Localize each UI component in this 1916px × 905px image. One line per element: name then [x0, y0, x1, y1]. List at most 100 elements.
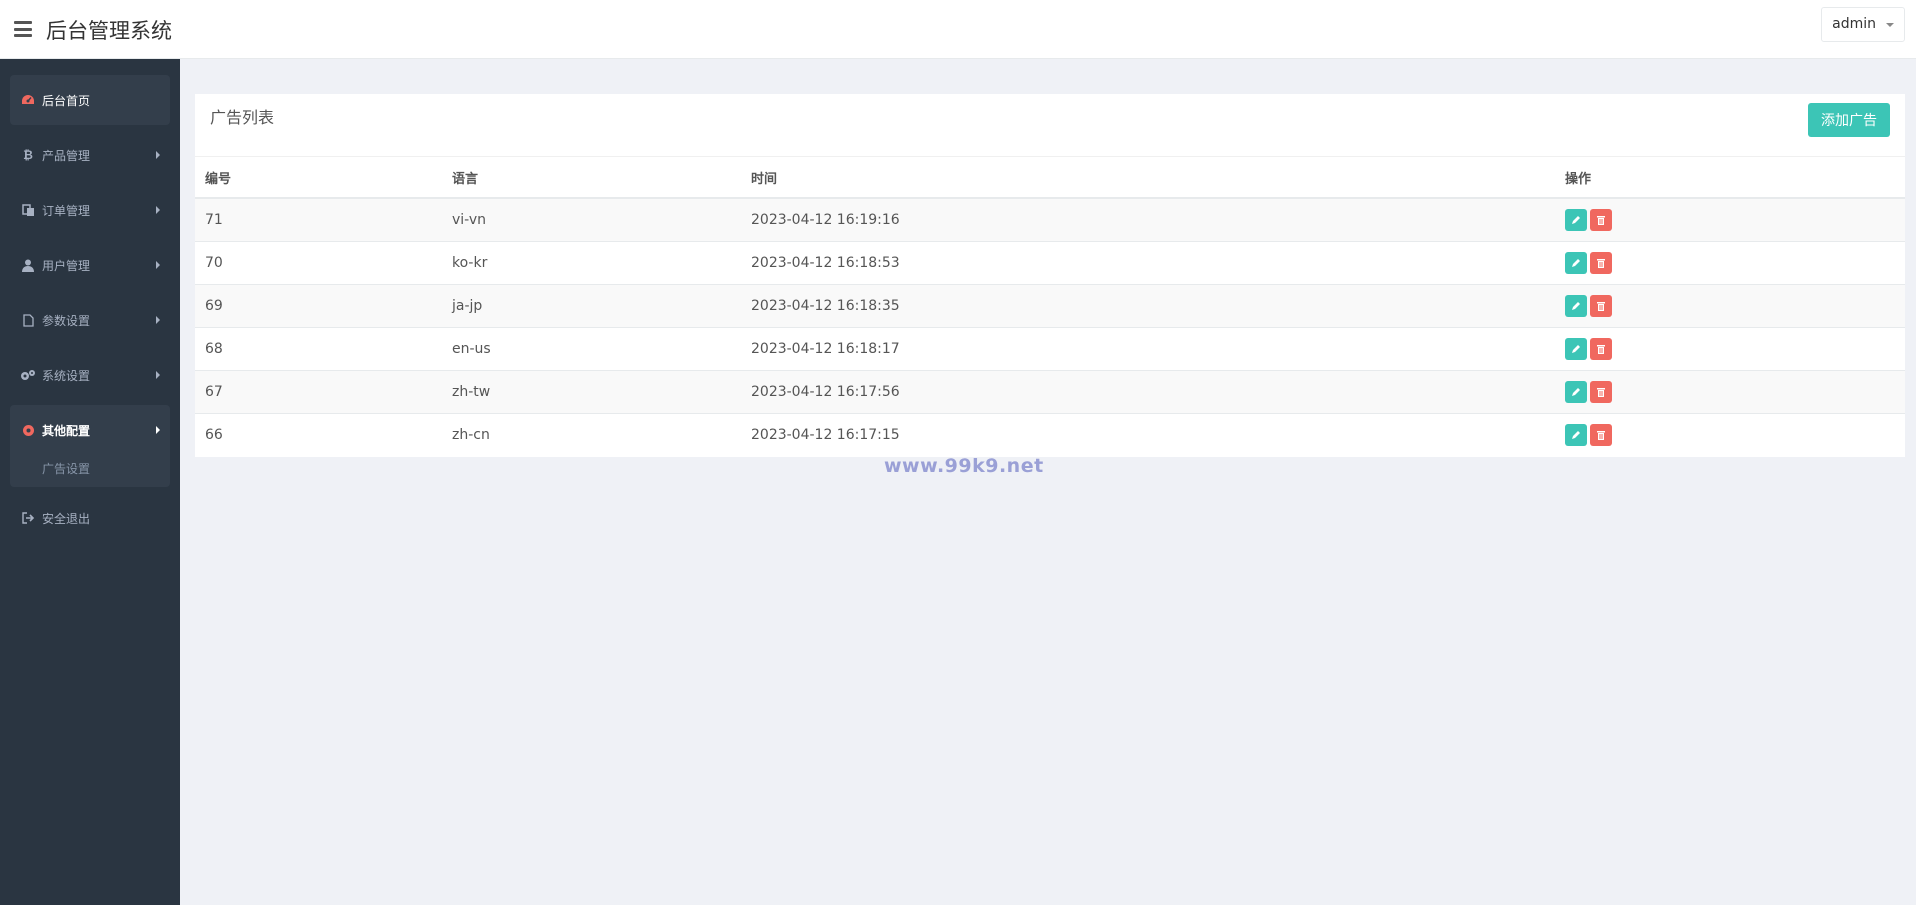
edit-button[interactable]: [1565, 380, 1587, 403]
caret-down-icon: [1886, 23, 1894, 27]
submenu-other: 广告设置: [10, 452, 170, 487]
cell-time: 2023-04-12 16:18:17: [741, 327, 1555, 371]
chevron-right-icon: [156, 371, 160, 379]
cell-language: vi-vn: [442, 198, 741, 242]
sidebar-item-params[interactable]: 参数设置: [10, 295, 170, 345]
bitcoin-icon: ₿: [23, 148, 33, 162]
user-icon: [20, 258, 36, 272]
column-header-language: 语言: [442, 157, 741, 199]
delete-button[interactable]: [1590, 208, 1612, 231]
table-header-row: 编号 语言 时间 操作: [195, 157, 1905, 199]
gears-icon: [20, 368, 36, 382]
cell-language: ja-jp: [442, 284, 741, 328]
cell-actions: [1555, 198, 1905, 242]
cell-time: 2023-04-12 16:17:15: [751, 426, 900, 443]
cell-language: zh-tw: [442, 370, 741, 414]
submenu-item-ads[interactable]: 广告设置: [42, 460, 90, 477]
trash-icon: [1597, 258, 1605, 268]
cell-time: 2023-04-12 16:19:16: [741, 198, 1555, 242]
cell-actions: [1555, 413, 1905, 456]
cell-id: 71: [195, 198, 442, 242]
sidebar-item-label: 后台首页: [42, 93, 91, 108]
sidebar-item-other[interactable]: 其他配置: [10, 405, 170, 455]
column-header-actions: 操作: [1555, 157, 1905, 199]
sidebar-item-label: 用户管理: [42, 258, 91, 273]
table-row: 68 en-us 2023-04-12 16:18:17: [195, 327, 1905, 371]
table-row: 67 zh-tw 2023-04-12 16:17:56: [195, 370, 1905, 414]
sidebar-item-logout[interactable]: 安全退出: [10, 493, 170, 543]
table-row: 70 ko-kr 2023-04-12 16:18:53: [195, 241, 1905, 285]
sidebar-item-label: 系统设置: [42, 368, 91, 383]
ad-list-panel: 广告列表 添加广告 编号 语言 时间 操作 71 vi-vn 2023-04-12 …: [195, 94, 1905, 457]
cell-id: 69: [195, 284, 442, 328]
edit-button[interactable]: [1565, 423, 1587, 446]
add-ad-button[interactable]: 添加广告: [1808, 103, 1890, 137]
edit-button[interactable]: [1565, 208, 1587, 231]
delete-button[interactable]: [1590, 380, 1612, 403]
sidebar-item-label: 产品管理: [42, 148, 91, 163]
column-header-id: 编号: [195, 157, 442, 199]
ad-table: 编号 语言 时间 操作 71 vi-vn 2023-04-12 16:19:16 70…: [195, 157, 1905, 456]
cell-actions: [1555, 327, 1905, 371]
delete-button[interactable]: [1590, 294, 1612, 317]
cell-language: zh-cn: [452, 426, 490, 443]
user-label: admin: [1832, 16, 1876, 32]
trash-icon: [1597, 430, 1605, 440]
cell-actions: [1555, 241, 1905, 285]
cell-id: 66: [205, 426, 223, 443]
gear-icon: [20, 423, 36, 437]
table-row: 69 ja-jp 2023-04-12 16:18:35: [195, 284, 1905, 328]
sidebar-item-label: 参数设置: [42, 313, 91, 328]
trash-icon: [1597, 215, 1605, 225]
cell-language: en-us: [442, 327, 741, 371]
watermark: www.99k9.net: [884, 455, 1044, 477]
column-header-time: 时间: [741, 157, 1555, 199]
cell-actions: [1555, 284, 1905, 328]
pencil-icon: [1572, 258, 1580, 267]
pencil-icon: [1572, 387, 1580, 396]
sidebar-item-label: 其他配置: [42, 423, 91, 438]
chevron-right-icon: [156, 206, 160, 214]
cell-actions: [1555, 370, 1905, 414]
pencil-icon: [1572, 430, 1580, 439]
table-row: 66 zh-cn 2023-04-12 16:17:15: [195, 413, 1905, 456]
dashboard-icon: [20, 93, 36, 107]
chevron-right-icon: [156, 426, 160, 434]
user-dropdown[interactable]: admin: [1821, 7, 1905, 42]
top-header: 后台管理系统 admin: [0, 0, 1916, 59]
trash-icon: [1597, 301, 1605, 311]
delete-button[interactable]: [1590, 423, 1612, 446]
sidebar-item-orders[interactable]: 订单管理: [10, 185, 170, 235]
file-icon: [20, 313, 36, 327]
hamburger-icon[interactable]: [14, 21, 32, 37]
sidebar-item-products[interactable]: ₿ 产品管理: [10, 130, 170, 180]
sidebar-item-home[interactable]: 后台首页: [10, 75, 170, 125]
copy-icon: [20, 203, 36, 217]
pencil-icon: [1572, 344, 1580, 353]
sidebar-item-system[interactable]: 系统设置: [10, 350, 170, 400]
delete-button[interactable]: [1590, 251, 1612, 274]
pencil-icon: [1572, 301, 1580, 310]
cell-id: 70: [195, 241, 442, 285]
panel-title: 广告列表: [210, 108, 275, 127]
cell-id: 67: [195, 370, 442, 414]
chevron-right-icon: [156, 261, 160, 269]
cell-time: 2023-04-12 16:18:53: [741, 241, 1555, 285]
chevron-right-icon: [156, 316, 160, 324]
sign-out-icon: [20, 511, 36, 525]
sidebar: 后台首页 ₿ 产品管理 订单管理 用户管理 参数设置 系统设置 其他配置 广告设…: [0, 59, 180, 905]
pencil-icon: [1572, 215, 1580, 224]
cell-id: 68: [195, 327, 442, 371]
cell-language: ko-kr: [442, 241, 741, 285]
edit-button[interactable]: [1565, 337, 1587, 360]
chevron-right-icon: [156, 151, 160, 159]
delete-button[interactable]: [1590, 337, 1612, 360]
sidebar-item-label: 订单管理: [42, 203, 91, 218]
edit-button[interactable]: [1565, 294, 1587, 317]
sidebar-item-users[interactable]: 用户管理: [10, 240, 170, 290]
cell-time: 2023-04-12 16:18:35: [741, 284, 1555, 328]
edit-button[interactable]: [1565, 251, 1587, 274]
trash-icon: [1597, 344, 1605, 354]
trash-icon: [1597, 387, 1605, 397]
sidebar-item-label: 安全退出: [42, 511, 91, 526]
